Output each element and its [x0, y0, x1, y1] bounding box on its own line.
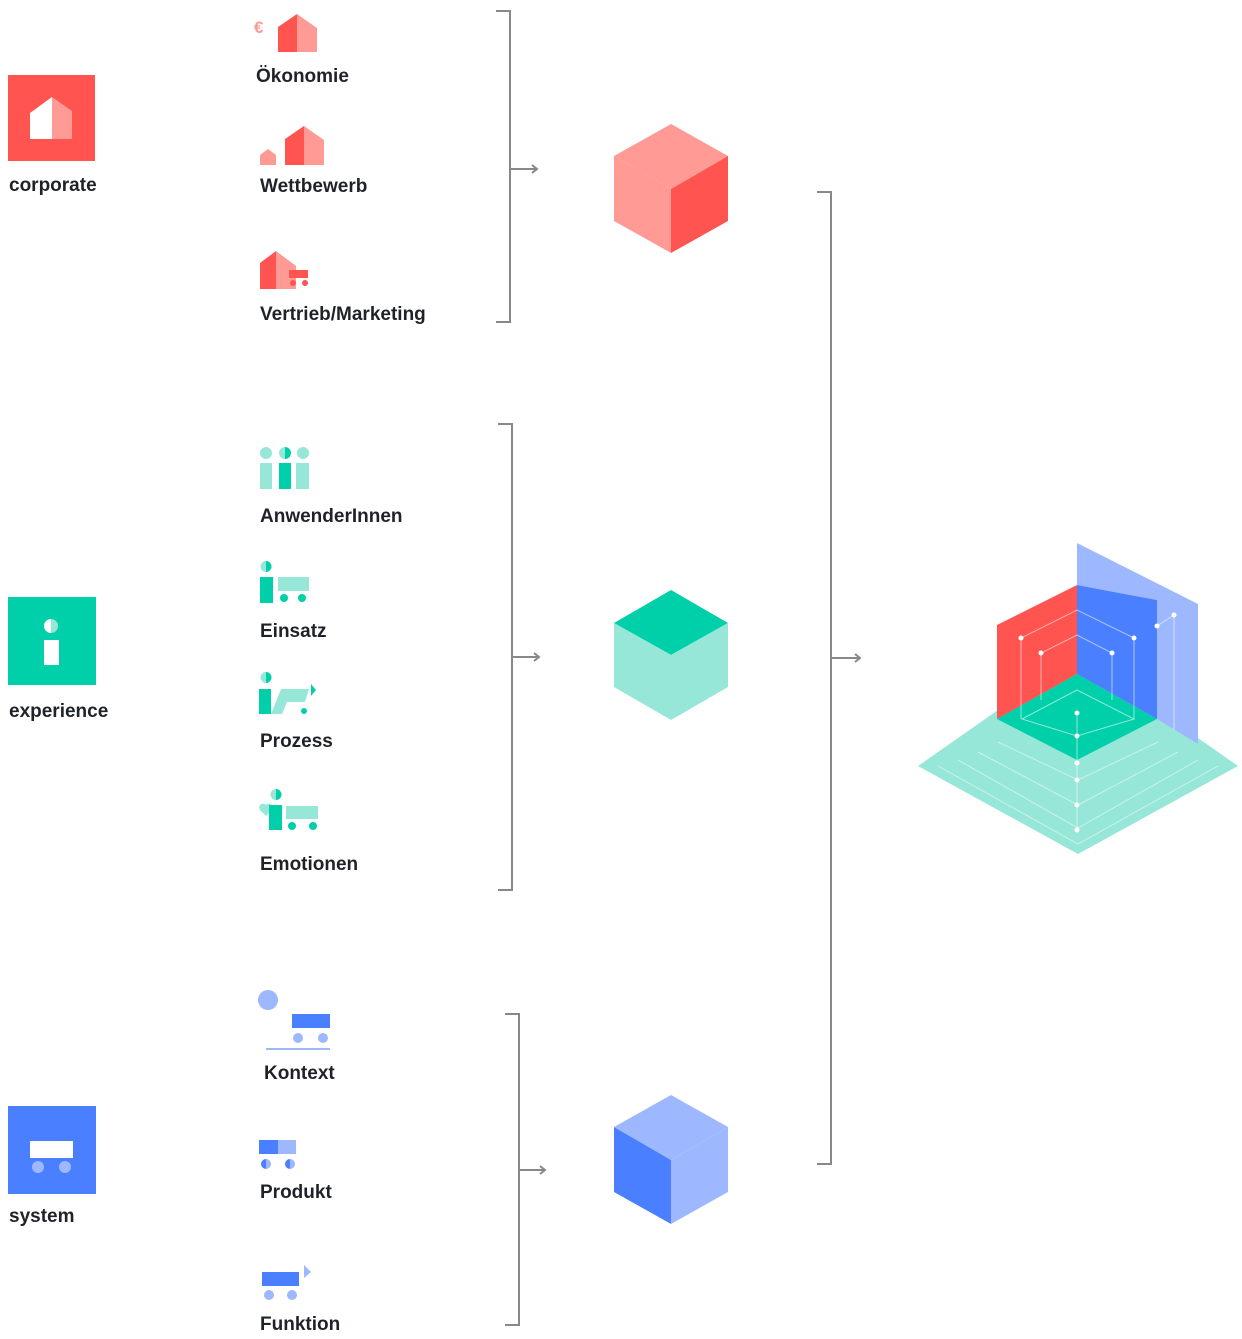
combined-bracket: [817, 191, 862, 1165]
users-icon: [260, 447, 309, 489]
sun-cart-icon: [258, 990, 330, 1050]
user-heart-cart-icon: [259, 789, 318, 830]
cart-icon: [8, 1106, 96, 1194]
item-label-kontext: Kontext: [264, 1063, 335, 1084]
item-label-anwenderinnen: AnwenderInnen: [260, 506, 403, 527]
item-label-funktion: Funktion: [260, 1314, 341, 1335]
split-cart-icon: [259, 1140, 296, 1169]
house-truck-icon: [260, 251, 308, 289]
svg-text:€: €: [254, 18, 264, 37]
item-label-produkt: Produkt: [260, 1182, 332, 1203]
experience-bracket: [498, 423, 541, 891]
item-label-emotionen: Emotionen: [260, 854, 359, 875]
teal-cube-icon: [614, 590, 728, 720]
system-bracket: [505, 1013, 547, 1326]
item-label-prozess: Prozess: [260, 731, 333, 752]
category-label-experience: experience: [9, 701, 109, 722]
diagram-canvas: €: [8, 10, 1238, 1326]
user-process-icon: [259, 672, 316, 714]
isometric-space-icon: [918, 543, 1238, 854]
category-label-corporate: corporate: [9, 175, 97, 196]
euro-house-icon: €: [254, 14, 317, 52]
category-label-system: system: [9, 1206, 75, 1227]
item-label-wettbewerb: Wettbewerb: [260, 176, 368, 197]
item-label-vertrieb-marketing: Vertrieb/Marketing: [260, 304, 426, 325]
item-label-einsatz: Einsatz: [260, 621, 327, 642]
two-houses-icon: [260, 126, 324, 165]
info-icon: [8, 597, 96, 685]
cart-arrow-icon: [262, 1265, 311, 1300]
item-label-oekonomie: Ökonomie: [256, 66, 349, 87]
red-cube-icon: [614, 124, 728, 253]
house-icon: [8, 75, 95, 161]
blue-cube-icon: [614, 1095, 728, 1224]
corporate-bracket: [496, 10, 539, 323]
user-cart-icon: [260, 561, 309, 603]
